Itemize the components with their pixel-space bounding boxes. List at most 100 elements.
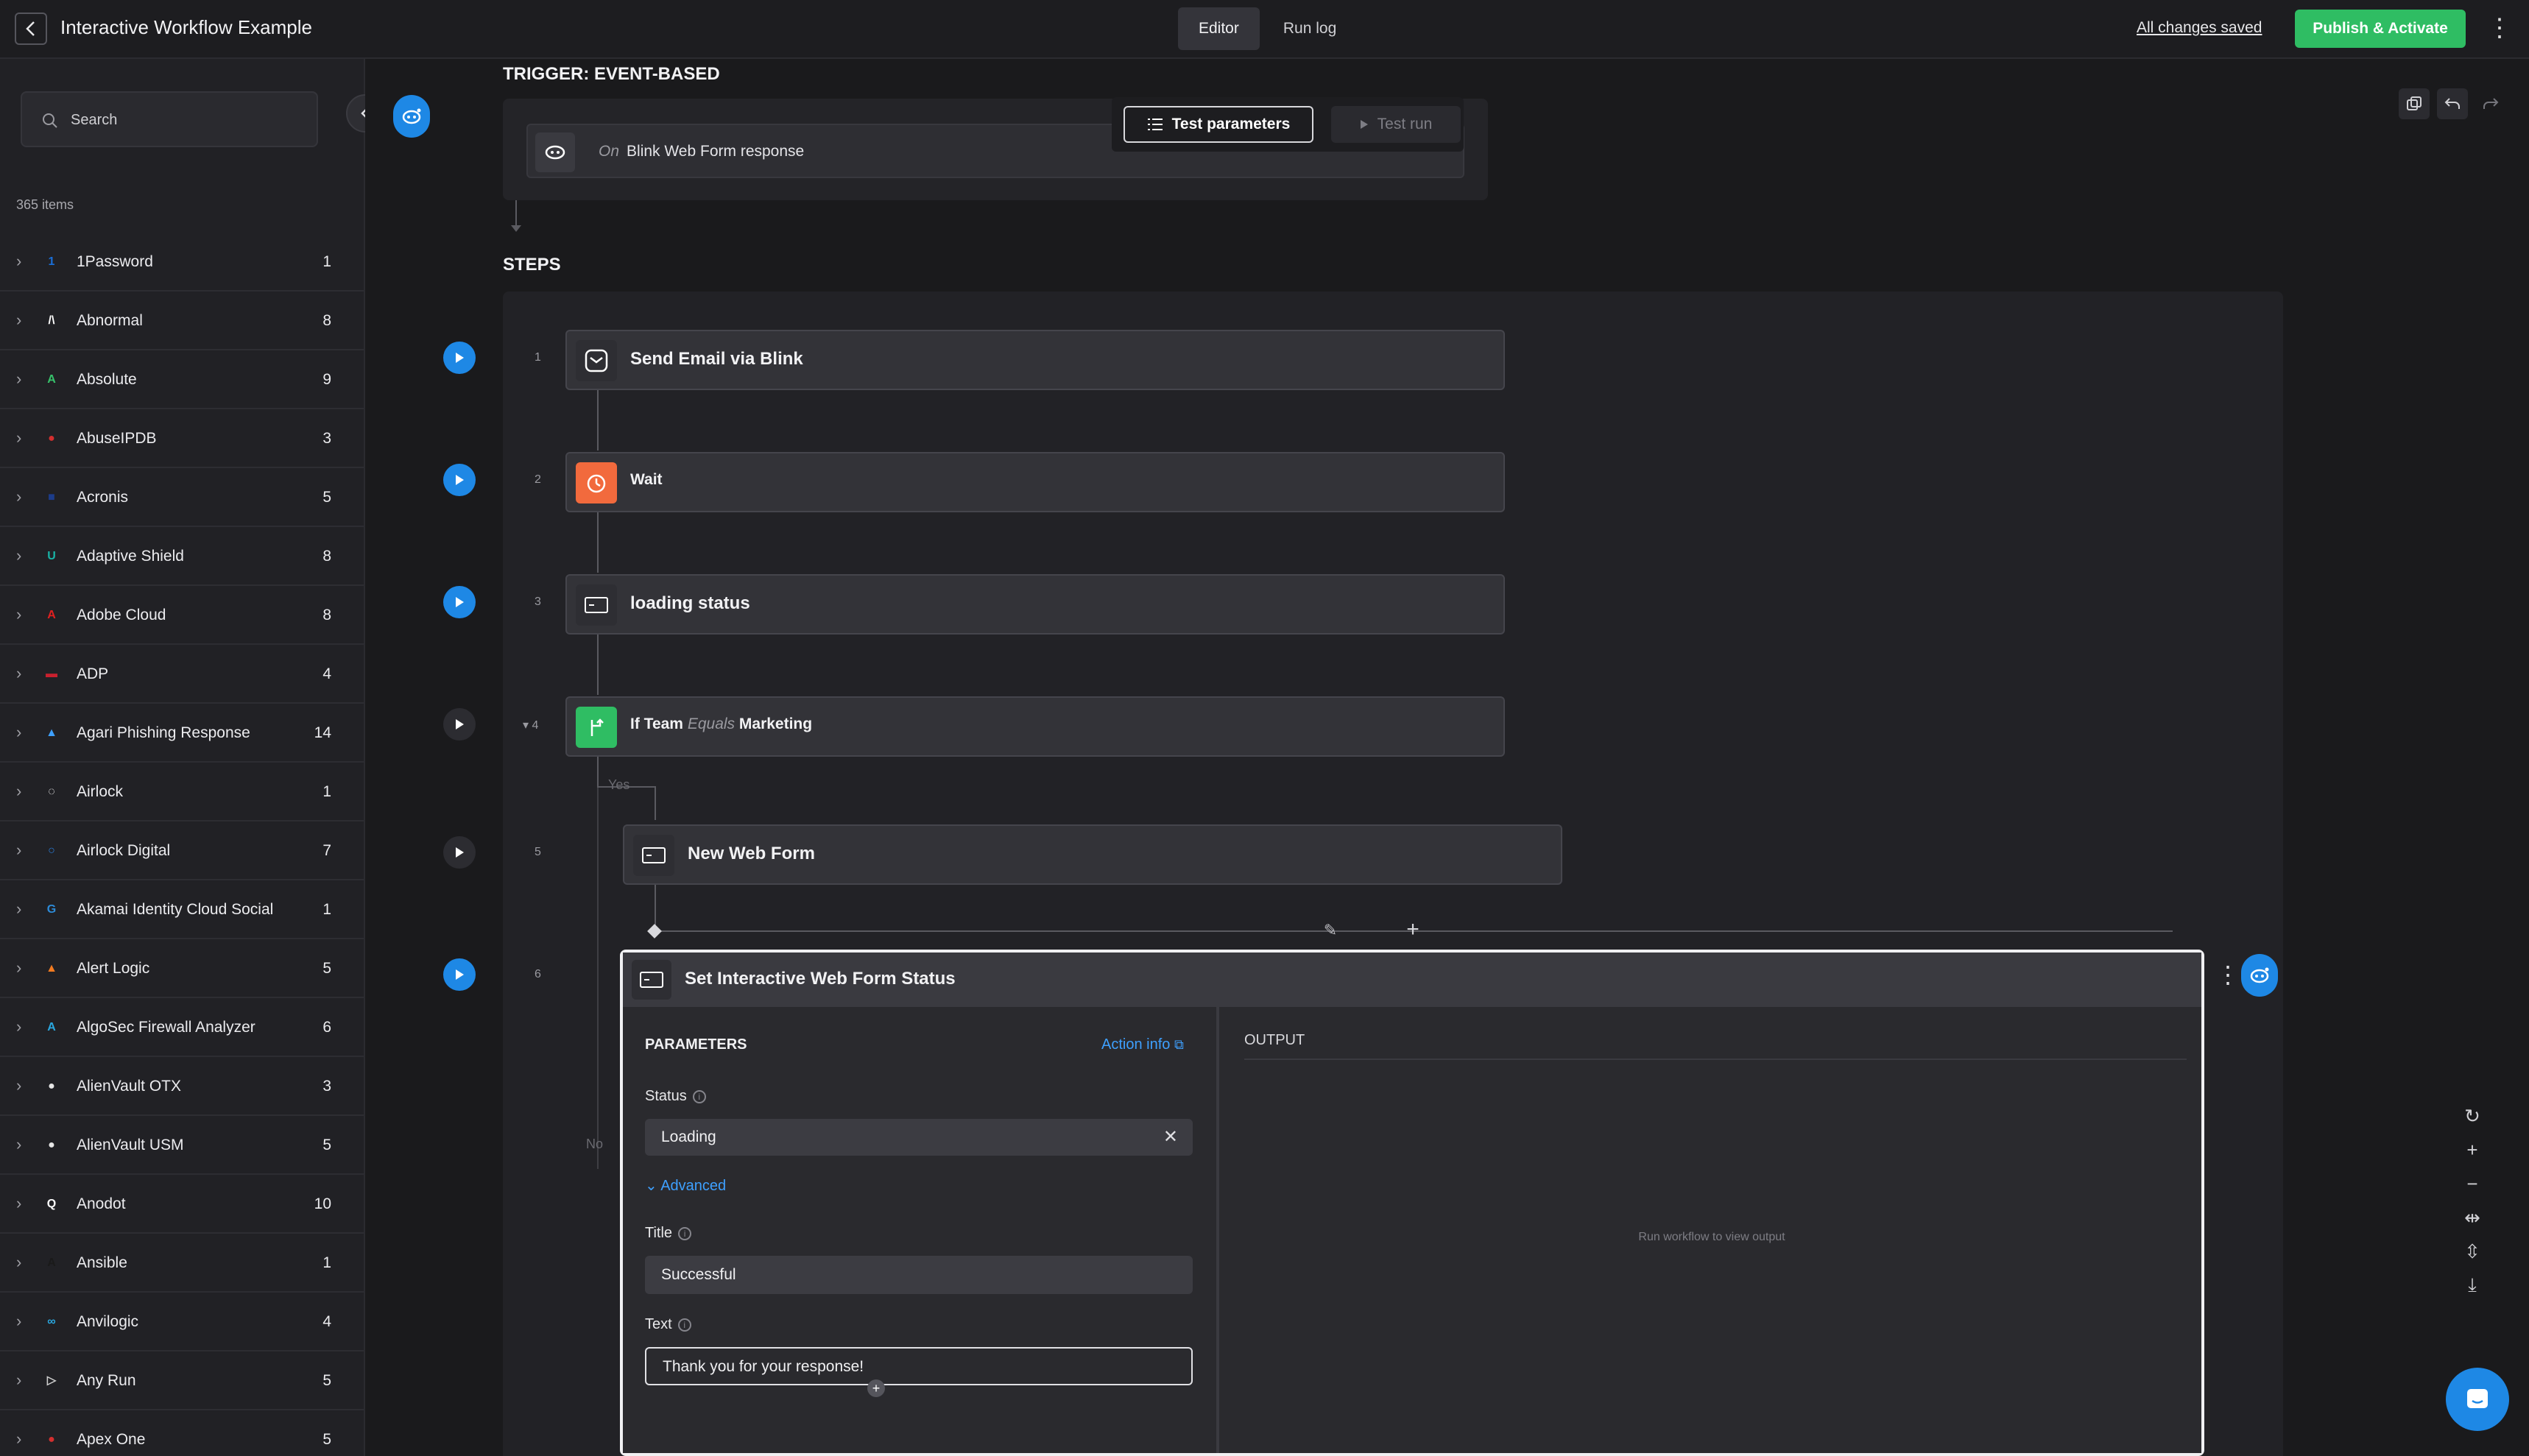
add-step-icon[interactable]: + [1403, 919, 1423, 941]
sidebar-item[interactable]: › A Absolute 9 [0, 350, 364, 409]
run-step-button[interactable] [443, 708, 476, 741]
sidebar-item[interactable]: › ● AlienVault USM 5 [0, 1116, 364, 1175]
chevron-right-icon[interactable]: › [16, 1254, 29, 1271]
zoom-in-icon[interactable]: + [2458, 1135, 2487, 1165]
chevron-right-icon[interactable]: › [16, 371, 29, 387]
sidebar-item[interactable]: › ▲ Agari Phishing Response 14 [0, 704, 364, 763]
clear-icon[interactable]: ✕ [1163, 1126, 1178, 1148]
copy-icon[interactable] [2399, 88, 2430, 119]
sidebar-item[interactable]: › ● AlienVault OTX 3 [0, 1057, 364, 1116]
undo-icon[interactable] [2437, 88, 2468, 119]
sidebar-item-label: Agari Phishing Response [77, 724, 250, 741]
chevron-right-icon[interactable]: › [16, 1195, 29, 1212]
sidebar-item[interactable]: › Q Anodot 10 [0, 1175, 364, 1234]
chevron-right-icon[interactable]: › [16, 1137, 29, 1153]
chat-icon [2467, 1389, 2488, 1408]
sidebar-item[interactable]: › U Adaptive Shield 8 [0, 527, 364, 586]
sidebar-item[interactable]: › ■ Acronis 5 [0, 468, 364, 527]
sidebar-item-count: 8 [322, 548, 331, 565]
sidebar-item[interactable]: › ● AbuseIPDB 3 [0, 409, 364, 468]
sidebar-item-count: 14 [314, 724, 331, 741]
publish-activate-button[interactable]: Publish & Activate [2295, 10, 2466, 48]
collapse-caret-icon[interactable]: ▾ [523, 719, 532, 732]
step-number: 1 [535, 351, 541, 364]
status-label: Status i [645, 1088, 706, 1105]
add-icon[interactable]: + [867, 1379, 885, 1397]
redo-icon[interactable] [2475, 88, 2506, 119]
assistant-bot-icon[interactable] [2241, 954, 2278, 997]
chat-support-button[interactable] [2446, 1368, 2509, 1431]
tab-editor[interactable]: Editor [1178, 7, 1260, 50]
collapse-all-icon[interactable]: ⤓ [2458, 1271, 2487, 1300]
info-icon[interactable]: i [677, 1318, 691, 1332]
sidebar-item[interactable]: › /\ Abnormal 8 [0, 291, 364, 350]
chevron-right-icon[interactable]: › [16, 312, 29, 328]
text-field[interactable]: Thank you for your response! [645, 1347, 1193, 1385]
step-wait[interactable]: Wait [565, 452, 1505, 512]
sidebar-item[interactable]: › ◌ Airlock 1 [0, 763, 364, 821]
chevron-right-icon[interactable]: › [16, 1078, 29, 1094]
info-icon[interactable]: i [678, 1226, 692, 1240]
step-header[interactable]: Set Interactive Web Form Status [623, 953, 2201, 1007]
chevron-right-icon[interactable]: › [16, 1019, 29, 1035]
chevron-right-icon[interactable]: › [16, 783, 29, 799]
run-step-button[interactable] [443, 836, 476, 869]
sidebar-item-count: 10 [314, 1195, 331, 1212]
step-menu-icon[interactable]: ⋮ [2216, 958, 2240, 991]
step-condition[interactable]: If Team Equals Marketing [565, 696, 1505, 757]
assistant-bot-icon[interactable] [393, 95, 430, 138]
test-parameters-button[interactable]: Test parameters [1124, 106, 1313, 143]
back-button[interactable] [15, 13, 47, 45]
chevron-right-icon[interactable]: › [16, 724, 29, 741]
chevron-right-icon[interactable]: › [16, 489, 29, 505]
sidebar-item[interactable]: › 1 1Password 1 [0, 233, 364, 291]
chevron-right-icon[interactable]: › [16, 1372, 29, 1388]
chevron-right-icon[interactable]: › [16, 842, 29, 858]
fit-height-icon[interactable]: ⇳ [2458, 1237, 2487, 1266]
chevron-right-icon[interactable]: › [16, 607, 29, 623]
step-loading-status[interactable]: loading status [565, 574, 1505, 635]
chevron-right-icon[interactable]: › [16, 665, 29, 682]
chevron-right-icon[interactable]: › [16, 430, 29, 446]
step-send-email[interactable]: Send Email via Blink [565, 330, 1505, 390]
search-input[interactable] [71, 106, 306, 134]
run-step-button[interactable] [443, 342, 476, 374]
save-status-link[interactable]: All changes saved [2137, 19, 2262, 37]
sidebar-item[interactable]: › ▷ Any Run 5 [0, 1351, 364, 1410]
magic-wand-icon[interactable]: ✎ [1321, 921, 1340, 940]
sidebar-item[interactable]: › ● Apex One 5 [0, 1410, 364, 1456]
action-info-link[interactable]: Action info ⧉ [1101, 1036, 1184, 1053]
step-new-web-form[interactable]: New Web Form [623, 824, 1562, 885]
info-icon[interactable]: i [692, 1089, 706, 1103]
chevron-right-icon[interactable]: › [16, 253, 29, 269]
sidebar-item-label: Anodot [77, 1195, 126, 1212]
chevron-right-icon[interactable]: › [16, 1313, 29, 1329]
sidebar-item[interactable]: › ○ Airlock Digital 7 [0, 821, 364, 880]
chevron-right-icon[interactable]: › [16, 548, 29, 564]
sidebar-item[interactable]: › ▬ ADP 4 [0, 645, 364, 704]
sidebar-item-count: 5 [322, 489, 331, 506]
run-step-button[interactable] [443, 586, 476, 618]
zoom-out-icon[interactable]: − [2458, 1169, 2487, 1198]
advanced-toggle[interactable]: ⌄ Advanced [645, 1176, 726, 1195]
run-step-button[interactable] [443, 464, 476, 496]
sidebar-item[interactable]: › ▲ Alert Logic 5 [0, 939, 364, 998]
title-field[interactable]: Successful [645, 1256, 1193, 1294]
sidebar-item[interactable]: › ∞ Anvilogic 4 [0, 1293, 364, 1351]
fit-width-icon[interactable]: ⇹ [2458, 1203, 2487, 1232]
chevron-right-icon[interactable]: › [16, 901, 29, 917]
sidebar-item[interactable]: › A Adobe Cloud 8 [0, 586, 364, 645]
chevron-right-icon[interactable]: › [16, 960, 29, 976]
sidebar-item[interactable]: › A AlgoSec Firewall Analyzer 6 [0, 998, 364, 1057]
tab-run-log[interactable]: Run log [1263, 7, 1357, 50]
status-field[interactable]: Loading ✕ [645, 1119, 1193, 1156]
run-step-button[interactable] [443, 958, 476, 991]
sidebar-item[interactable]: › A Ansible 1 [0, 1234, 364, 1293]
chevron-right-icon[interactable]: › [16, 1431, 29, 1447]
step-title: loading status [630, 593, 750, 613]
test-run-button[interactable]: Test run [1331, 106, 1461, 143]
reset-view-icon[interactable]: ↻ [2458, 1101, 2487, 1131]
connector-line [655, 885, 656, 929]
more-options-icon[interactable]: ⋮ [2487, 13, 2512, 44]
sidebar-item[interactable]: › G Akamai Identity Cloud Social 1 [0, 880, 364, 939]
